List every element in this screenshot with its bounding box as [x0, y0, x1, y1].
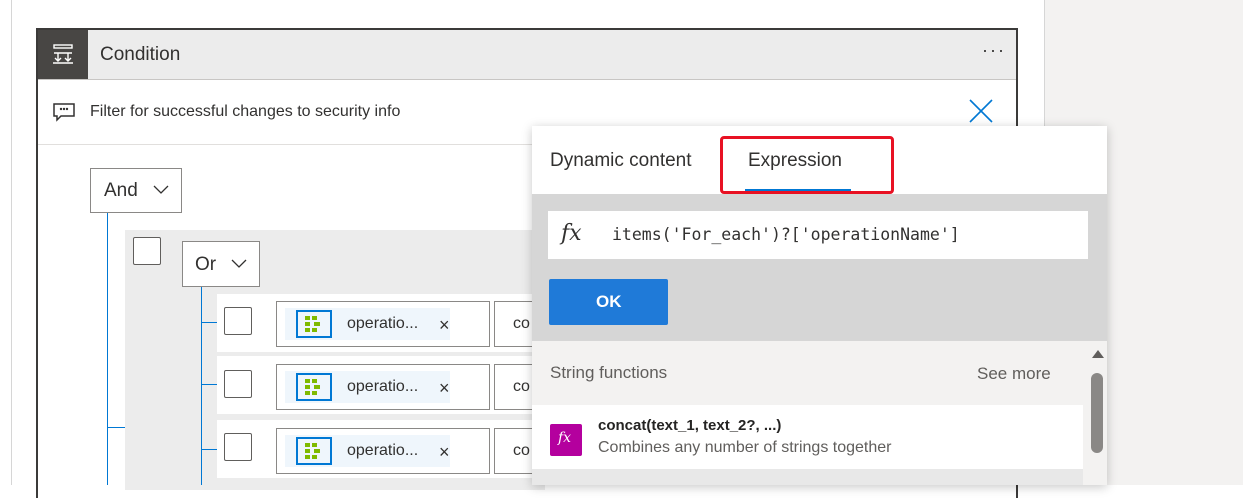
- remove-token-button[interactable]: ×: [439, 379, 450, 397]
- dynamic-token[interactable]: operatio... ×: [285, 308, 450, 340]
- chevron-down-icon: [231, 259, 247, 268]
- group-checkbox[interactable]: [133, 237, 161, 265]
- log-analytics-icon: [296, 310, 332, 338]
- tree-connector: [201, 384, 218, 385]
- function-list: String functions See more fx concat(text…: [532, 341, 1087, 485]
- condition-header[interactable]: Condition ···: [38, 30, 1016, 80]
- or-label: Or: [195, 254, 217, 275]
- comment-icon: [53, 103, 75, 122]
- or-dropdown[interactable]: Or: [182, 241, 260, 287]
- expression-input[interactable]: fx items('For_each')?['operationName']: [548, 211, 1088, 259]
- row-checkbox[interactable]: [224, 307, 252, 335]
- value-field[interactable]: operatio... ×: [276, 428, 490, 474]
- comment-text[interactable]: Filter for successful changes to securit…: [90, 103, 400, 121]
- section-title: String functions: [550, 363, 668, 382]
- scrollbar[interactable]: [1087, 341, 1107, 485]
- ok-label: OK: [596, 292, 622, 311]
- function-icon: fx: [550, 424, 582, 456]
- tree-connector: [107, 427, 125, 428]
- token-label: operatio...: [347, 378, 419, 395]
- expression-area: fx items('For_each')?['operationName'] O…: [532, 194, 1107, 341]
- dynamic-content-popup: Dynamic content Expression fx items('For…: [532, 126, 1107, 485]
- function-item[interactable]: fx concat(text_1, text_2?, ...) Combines…: [532, 405, 1083, 469]
- see-more-link[interactable]: See more: [977, 364, 1051, 384]
- more-options-button[interactable]: ···: [982, 40, 1006, 61]
- close-icon[interactable]: [968, 98, 994, 124]
- function-item[interactable]: [532, 469, 1083, 485]
- dynamic-token[interactable]: operatio... ×: [285, 371, 450, 403]
- row-checkbox[interactable]: [224, 370, 252, 398]
- operator-label: co: [513, 378, 530, 395]
- function-description: Combines any number of strings together: [598, 439, 892, 456]
- expression-text: items('For_each')?['operationName']: [612, 225, 960, 244]
- tab-dynamic-content[interactable]: Dynamic content: [550, 150, 692, 172]
- condition-title: Condition: [100, 44, 181, 65]
- tree-connector: [201, 287, 202, 485]
- condition-row: operatio... × co: [217, 420, 554, 478]
- and-label: And: [104, 180, 138, 201]
- tree-connector: [107, 213, 108, 485]
- remove-token-button[interactable]: ×: [439, 316, 450, 334]
- operator-label: co: [513, 442, 530, 459]
- tree-connector: [201, 322, 218, 323]
- highlight-annotation: [720, 136, 894, 194]
- chevron-down-icon: [153, 185, 169, 194]
- fx-icon: fx: [561, 221, 582, 246]
- tree-connector: [201, 449, 218, 450]
- ok-button[interactable]: OK: [549, 279, 668, 325]
- function-name: concat(text_1, text_2?, ...): [598, 417, 782, 434]
- log-analytics-icon: [296, 437, 332, 465]
- token-label: operatio...: [347, 442, 419, 459]
- dynamic-token[interactable]: operatio... ×: [285, 435, 450, 467]
- and-dropdown[interactable]: And: [90, 168, 182, 213]
- operator-label: co: [513, 315, 530, 332]
- token-label: operatio...: [347, 315, 419, 332]
- condition-icon: [38, 30, 88, 79]
- value-field[interactable]: operatio... ×: [276, 301, 490, 347]
- canvas-divider: [11, 0, 12, 485]
- row-checkbox[interactable]: [224, 433, 252, 461]
- scrollbar-thumb[interactable]: [1091, 373, 1103, 453]
- log-analytics-icon: [296, 373, 332, 401]
- remove-token-button[interactable]: ×: [439, 443, 450, 461]
- value-field[interactable]: operatio... ×: [276, 364, 490, 410]
- condition-row: operatio... × co: [217, 294, 554, 352]
- condition-row: operatio... × co: [217, 356, 554, 414]
- scroll-up-icon[interactable]: [1092, 350, 1104, 358]
